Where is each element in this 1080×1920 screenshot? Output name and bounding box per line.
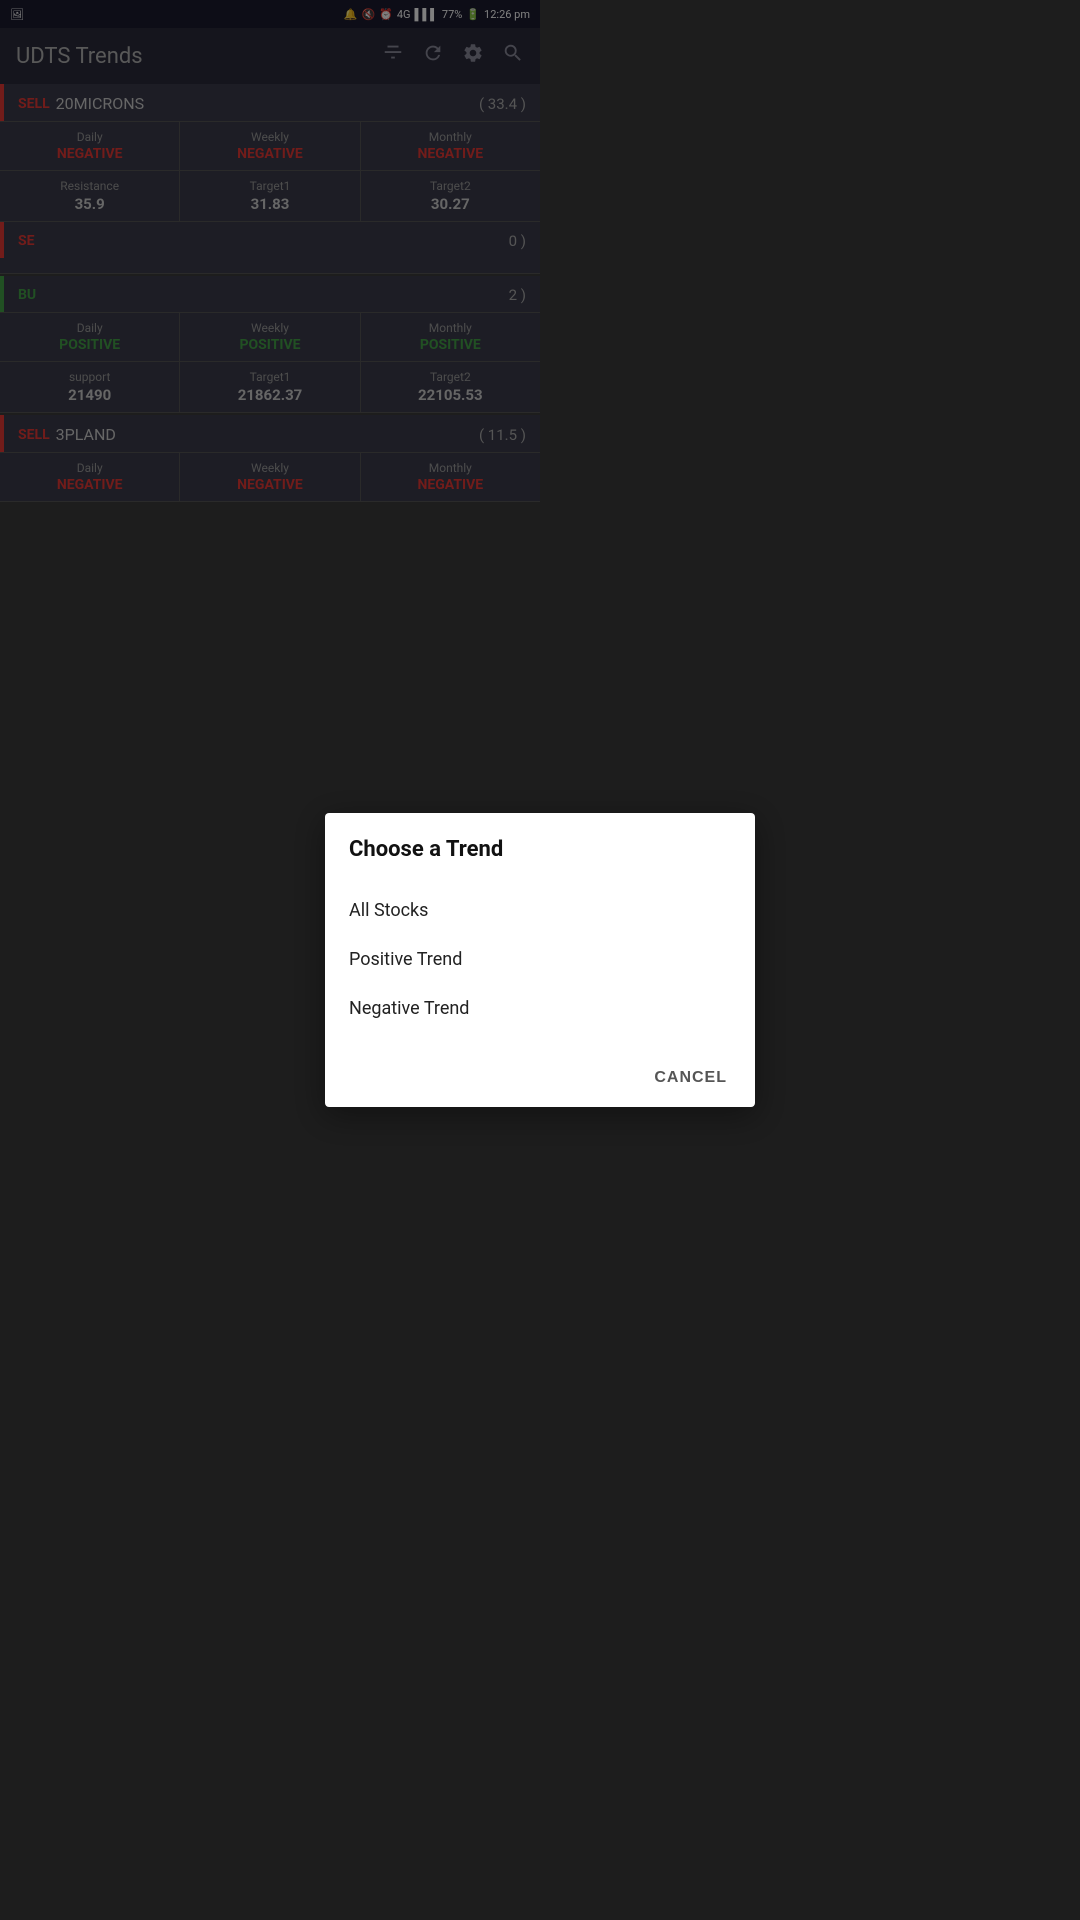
- modal-option-positive-trend[interactable]: Positive Trend: [349, 935, 731, 984]
- modal-option-negative-trend[interactable]: Negative Trend: [349, 984, 731, 1033]
- modal-title: Choose a Trend: [349, 837, 731, 862]
- modal-option-all-stocks[interactable]: All Stocks: [349, 886, 731, 935]
- choose-trend-modal: Choose a Trend All Stocks Positive Trend…: [325, 813, 755, 1107]
- modal-cancel-button[interactable]: CANCEL: [650, 1061, 731, 1095]
- modal-actions: CANCEL: [349, 1053, 731, 1095]
- modal-overlay[interactable]: Choose a Trend All Stocks Positive Trend…: [0, 0, 1080, 1920]
